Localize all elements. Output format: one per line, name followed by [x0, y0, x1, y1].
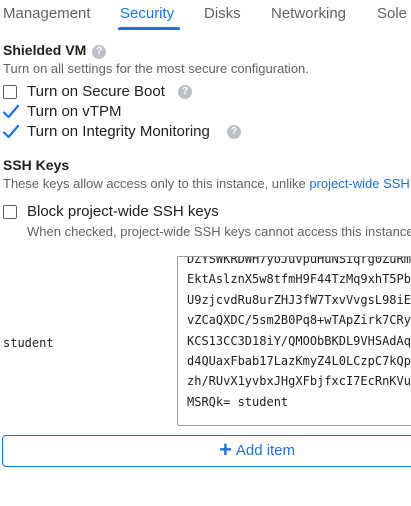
block-project-keys-hint: When checked, project-wide SSH keys cann…	[27, 224, 411, 239]
tab-disks[interactable]: Disks	[204, 5, 241, 22]
ssh-keys-description: These keys allow access only to this ins…	[3, 176, 411, 191]
ssh-keys-title: SSH Keys	[3, 157, 70, 173]
instance-settings-page: Management Security Disks Networking Sol…	[0, 0, 411, 506]
shielded-vm-heading: Shielded VM?	[3, 42, 107, 59]
tab-security[interactable]: Security	[120, 5, 174, 22]
secure-boot-checkbox[interactable]	[3, 85, 17, 99]
ssh-key-line: EktAslznX5w8tfmH9F44TzMq9xhT5Pb	[187, 272, 411, 287]
check-icon	[2, 124, 20, 139]
shielded-vm-title: Shielded VM	[3, 42, 87, 58]
ssh-key-line: U9zjcvdRu8urZHJ3fW7TxvVvgsL98iE	[187, 292, 411, 307]
tab-management[interactable]: Management	[3, 5, 91, 22]
block-project-keys-checkbox[interactable]	[3, 205, 17, 219]
integrity-monitoring-label: Turn on Integrity Monitoring	[27, 123, 210, 140]
ssh-key-username: student	[3, 336, 54, 350]
help-circle-icon[interactable]: ?	[227, 125, 241, 139]
integrity-monitoring-checkbox[interactable]	[2, 124, 20, 139]
ssh-key-textarea[interactable]: DZYSWKRDWH7yoJuvpuHuNSiqrg0ZuRmO EktAslz…	[177, 256, 411, 426]
help-circle-icon[interactable]: ?	[178, 85, 192, 99]
add-item-button[interactable]: + Add item	[2, 435, 411, 467]
ssh-key-line: zh/RUvX1yvbxJHgXFbjfxcI7EcRnKVu	[187, 374, 411, 389]
tab-sole-tenancy[interactable]: Sole Tenancy	[377, 5, 411, 22]
help-circle-icon[interactable]: ?	[92, 45, 107, 59]
ssh-key-line: DZYSWKRDWH7yoJuvpuHuNSiqrg0ZuRmO	[187, 256, 411, 266]
ssh-key-line: MSRQk= student	[187, 394, 289, 409]
secure-boot-label: Turn on Secure Boot	[27, 83, 165, 100]
shielded-vm-description: Turn on all settings for the most secure…	[3, 61, 309, 76]
add-item-content: + Add item	[219, 437, 296, 462]
ssh-key-line: KCS13CC3D18iY/QMOObBKDL9VHSAdAq	[187, 333, 411, 348]
block-project-keys-label: Block project-wide SSH keys	[27, 203, 219, 220]
ssh-key-line: d4QUaxFbab17LazKmyZ4L0LCzpC7kQp	[187, 353, 411, 368]
plus-icon: +	[219, 437, 232, 462]
vtpm-label: Turn on vTPM	[27, 103, 122, 120]
tab-bar: Management Security Disks Networking Sol…	[0, 0, 411, 30]
ssh-key-content: DZYSWKRDWH7yoJuvpuHuNSiqrg0ZuRmO EktAslz…	[187, 256, 411, 412]
tab-networking[interactable]: Networking	[271, 5, 346, 22]
check-icon	[2, 104, 20, 119]
add-item-label: Add item	[235, 442, 296, 459]
ssh-keys-description-text: These keys allow access only to this ins…	[3, 176, 310, 191]
vtpm-checkbox[interactable]	[2, 104, 20, 119]
active-tab-indicator	[118, 27, 180, 30]
ssh-key-line: vZCaQXDC/5sm2B0Pq8+wTApZirk7CRy	[187, 313, 411, 328]
project-wide-ssh-keys-link[interactable]: project-wide SSH keys	[309, 176, 411, 191]
